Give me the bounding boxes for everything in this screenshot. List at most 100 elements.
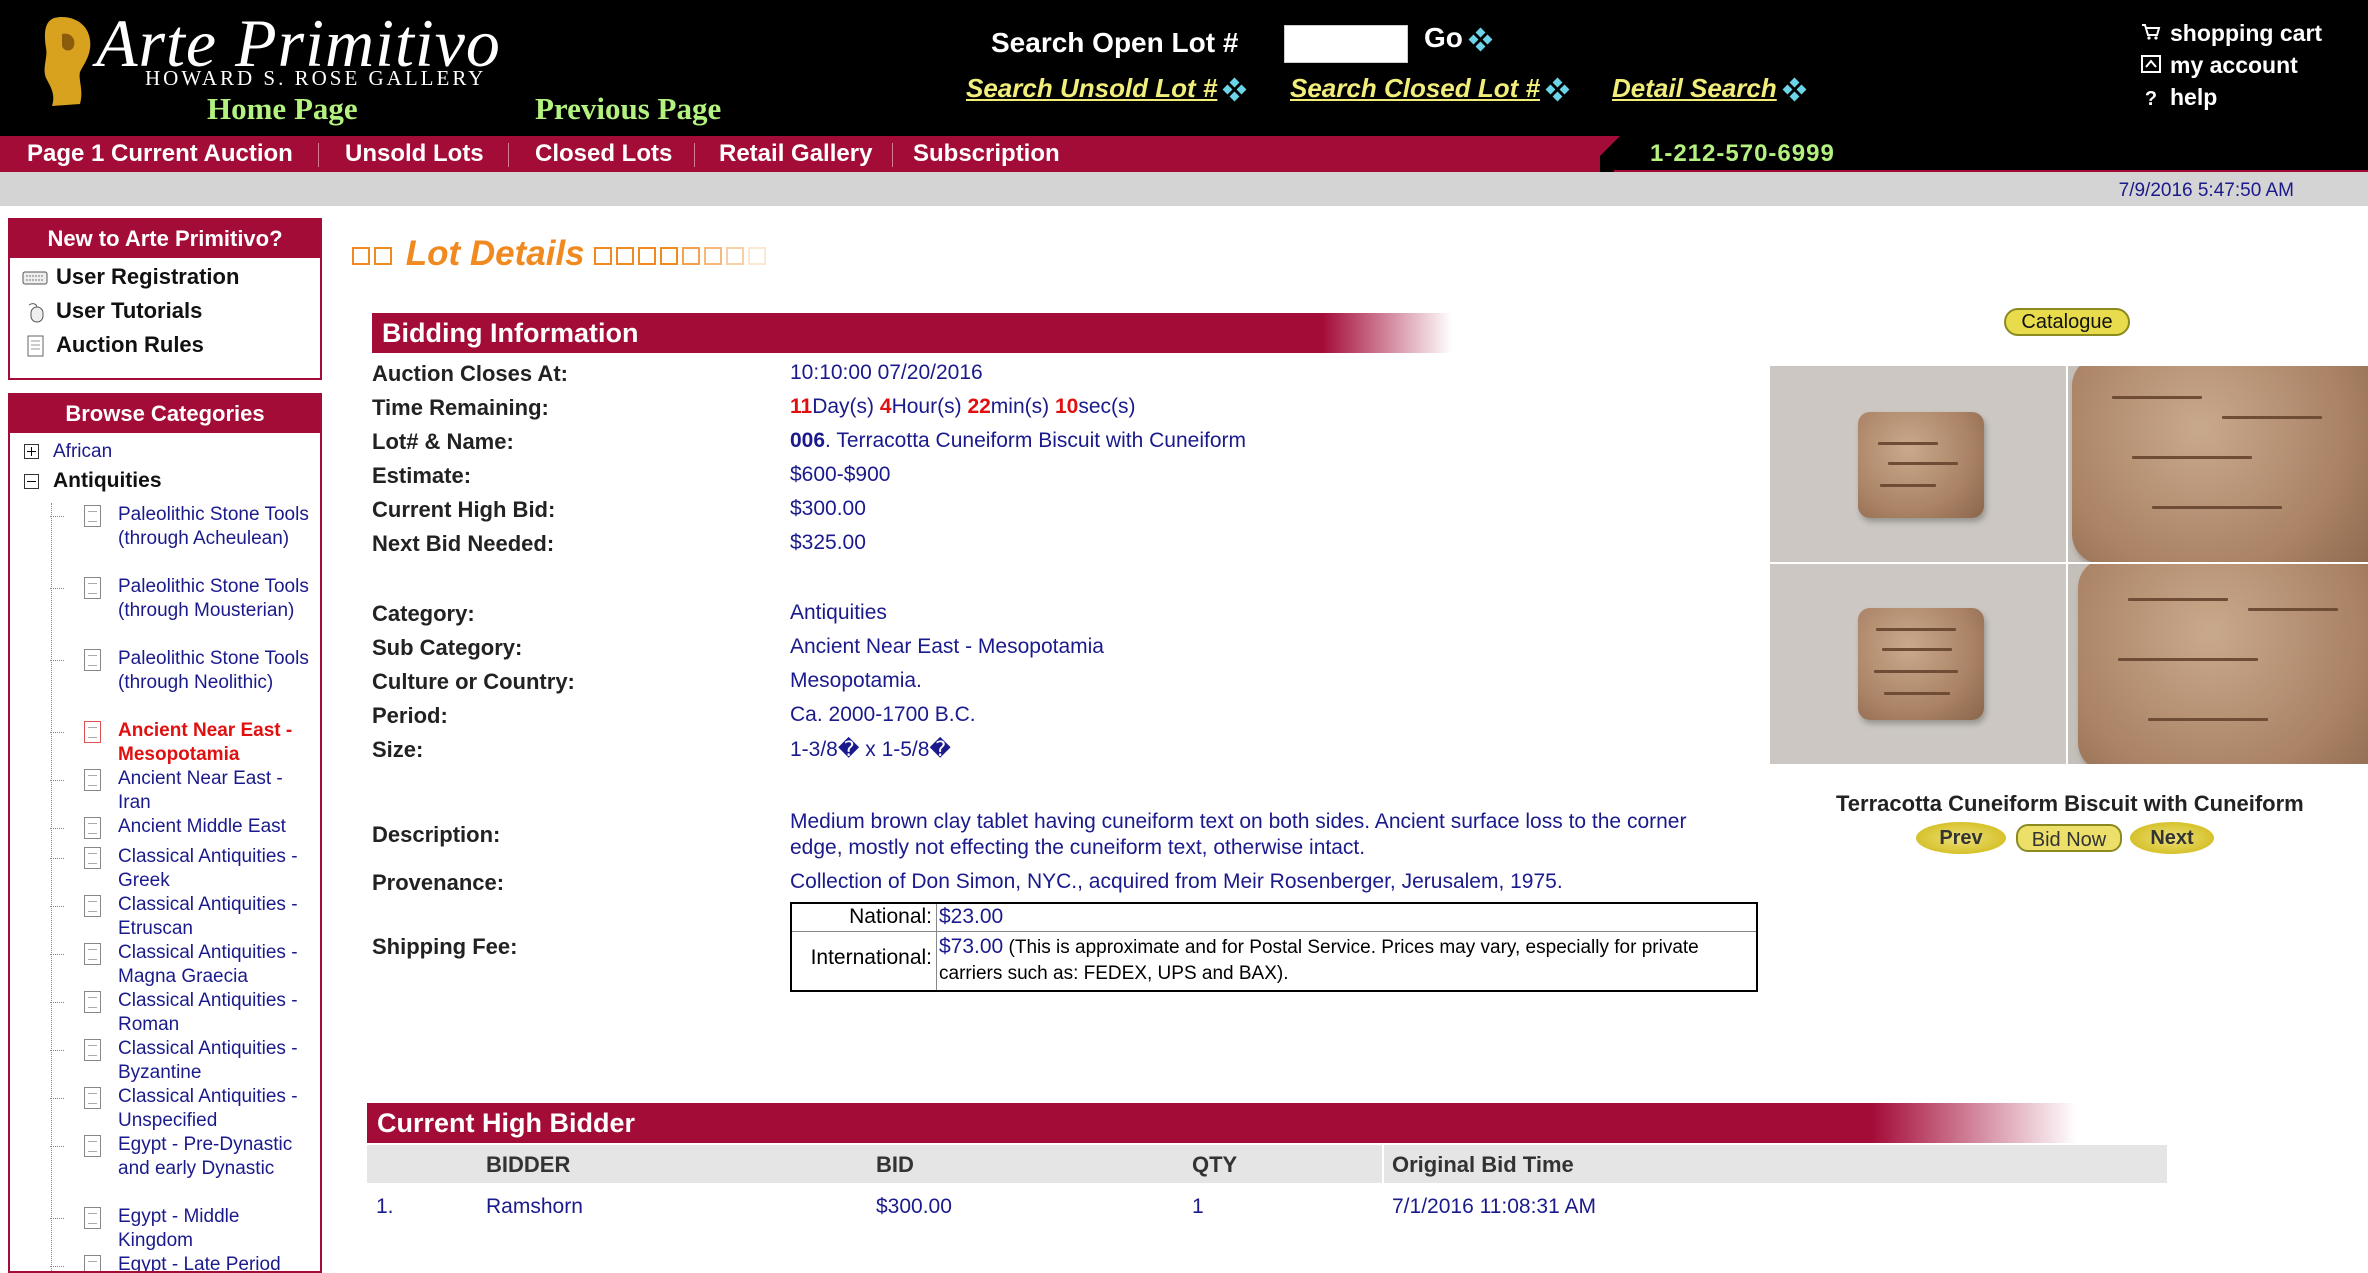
collapse-minus-icon[interactable] xyxy=(24,474,39,490)
status-strip xyxy=(0,172,2368,206)
tree-node-african[interactable]: African xyxy=(24,441,112,463)
sidebar-item-category[interactable]: Egypt - Pre-Dynastic and early Dynastic xyxy=(50,1133,320,1205)
diamond-arrow-icon xyxy=(1545,77,1570,102)
remaining-secs: 10 xyxy=(1054,395,1079,418)
current-datetime: 7/9/2016 5:47:50 AM xyxy=(2118,180,2294,201)
nav-divider xyxy=(508,143,509,167)
lot-thumbnail-front[interactable] xyxy=(1770,366,2066,562)
document-icon xyxy=(84,1039,101,1061)
decor-square-icon xyxy=(704,246,723,265)
column-header-bid-time: Original Bid Time xyxy=(1392,1152,1574,1177)
search-unsold-label: Search Unsold Lot # xyxy=(966,73,1218,103)
user-tutorials-link[interactable]: User Tutorials xyxy=(22,298,202,324)
nav-current-auction[interactable]: Page 1 Current Auction xyxy=(27,140,293,168)
lot-thumbnail-detail-1[interactable] xyxy=(2068,366,2368,562)
sidebar-item-category[interactable]: Classical Antiquities - Unspecified xyxy=(50,1085,320,1133)
search-open-lot-input[interactable] xyxy=(1284,25,1408,63)
go-button[interactable]: Go xyxy=(1424,22,1493,54)
logo-subtitle: HOWARD S. ROSE GALLERY xyxy=(145,66,487,90)
international-label: International: xyxy=(810,946,932,969)
phone-number: 1-212-570-6999 xyxy=(1650,140,1835,167)
user-registration-link[interactable]: User Registration xyxy=(22,264,239,290)
tree-branch-line xyxy=(50,858,64,859)
tree-node-antiquities[interactable]: Antiquities xyxy=(24,469,162,493)
sidebar-item-category[interactable]: Ancient Middle East xyxy=(50,815,320,839)
bid-amount: $300.00 xyxy=(876,1195,952,1218)
shopping-cart-label: shopping cart xyxy=(2170,20,2323,46)
sidebar-item-category[interactable]: Paleolithic Stone Tools (through Acheule… xyxy=(50,503,320,575)
sidebar-item-label: Classical Antiquities - Roman xyxy=(118,990,298,1035)
sidebar-item-category[interactable]: Paleolithic Stone Tools (through Mouster… xyxy=(50,575,320,647)
category-value: Antiquities xyxy=(790,601,887,624)
label-culture: Culture or Country: xyxy=(372,669,575,694)
sidebar-item-category[interactable]: Ancient Near East - Mesopotamia xyxy=(50,719,320,767)
bid-now-button[interactable]: Bid Now xyxy=(2016,824,2122,852)
next-lot-button[interactable]: Next xyxy=(2130,822,2214,854)
tree-branch-line xyxy=(50,732,64,733)
expand-plus-icon[interactable] xyxy=(24,444,39,460)
nav-subscription[interactable]: Subscription xyxy=(913,140,1060,168)
nav-retail-gallery[interactable]: Retail Gallery xyxy=(719,140,872,168)
tablet-image xyxy=(1858,608,1984,720)
browse-categories-title: Browse Categories xyxy=(10,395,320,433)
bidder-name[interactable]: Ramshorn xyxy=(486,1195,583,1219)
sidebar-item-category[interactable]: Egypt - Late Period xyxy=(50,1253,320,1273)
label-next-bid: Next Bid Needed: xyxy=(372,531,555,556)
label-description: Description: xyxy=(372,822,501,847)
tree-branch-line xyxy=(50,1002,64,1003)
nav-unsold-lots[interactable]: Unsold Lots xyxy=(345,140,484,168)
international-note-1: (This is approximate and for Postal Serv… xyxy=(1003,937,1699,958)
remaining-mins: 22 xyxy=(967,395,991,418)
previous-page-link[interactable]: Previous Page xyxy=(535,91,721,127)
decor-square-icon xyxy=(638,246,657,265)
my-account-label: my account xyxy=(2170,52,2298,78)
auction-closes-value: 10:10:00 07/20/2016 xyxy=(790,361,983,384)
sidebar-item-category[interactable]: Classical Antiquities - Etruscan xyxy=(50,893,320,941)
lot-thumbnail-detail-2[interactable] xyxy=(2068,564,2368,764)
prev-lot-button[interactable]: Prev xyxy=(1916,822,2006,854)
sidebar-item-category[interactable]: Ancient Near East - Iran xyxy=(50,767,320,815)
next-bid-value: $325.00 xyxy=(790,531,866,554)
label-estimate: Estimate: xyxy=(372,463,472,488)
sidebar-item-category[interactable]: Classical Antiquities - Roman xyxy=(50,989,320,1037)
document-icon xyxy=(84,505,101,527)
my-account-link[interactable]: my account xyxy=(2140,52,2298,79)
label-time-remaining: Time Remaining: xyxy=(372,395,549,420)
tree-branch-line xyxy=(50,660,64,661)
tree-node-label: Antiquities xyxy=(53,469,162,492)
sidebar-item-category[interactable]: Egypt - Middle Kingdom xyxy=(50,1205,320,1253)
sidebar-item-label: Paleolithic Stone Tools (through Acheule… xyxy=(118,504,309,549)
decor-square-icon xyxy=(682,246,701,265)
sidebar-item-category[interactable]: Classical Antiquities - Magna Graecia xyxy=(50,941,320,989)
bidders-table-header xyxy=(367,1145,2167,1183)
auction-rules-link[interactable]: Auction Rules xyxy=(22,332,204,358)
search-closed-lot-link[interactable]: Search Closed Lot # xyxy=(1290,73,1570,104)
bid-quantity: 1 xyxy=(1192,1195,1204,1218)
national-label: National: xyxy=(849,905,932,928)
search-unsold-lot-link[interactable]: Search Unsold Lot # xyxy=(966,73,1247,104)
catalogue-button[interactable]: Catalogue xyxy=(2004,308,2130,336)
sidebar-item-category[interactable]: Classical Antiquities - Greek xyxy=(50,845,320,893)
international-fee: $73.00 (This is approximate and for Post… xyxy=(939,934,1751,987)
tree-branch-line xyxy=(50,1218,64,1219)
lot-thumbnail-back[interactable] xyxy=(1770,564,2066,764)
detail-search-link[interactable]: Detail Search xyxy=(1612,73,1807,104)
sidebar-item-category[interactable]: Classical Antiquities - Byzantine xyxy=(50,1037,320,1085)
sidebar-item-label: Egypt - Late Period xyxy=(118,1254,281,1273)
sidebar-item-category[interactable]: Paleolithic Stone Tools (through Neolith… xyxy=(50,647,320,719)
logo-mark-icon xyxy=(44,16,91,107)
sidebar-item-label: Ancient Middle East xyxy=(118,816,286,837)
sidebar-item-label: Paleolithic Stone Tools (through Neolith… xyxy=(118,648,309,693)
shopping-cart-link[interactable]: shopping cart xyxy=(2140,20,2322,47)
nav-closed-lots[interactable]: Closed Lots xyxy=(535,140,672,168)
help-link[interactable]: ? help xyxy=(2140,84,2217,111)
document-icon xyxy=(84,817,101,839)
tree-branch-line xyxy=(50,1146,64,1147)
sidebar-item-label: Ancient Near East - Mesopotamia xyxy=(118,720,293,765)
tree-branch-line xyxy=(50,1050,64,1051)
home-page-link[interactable]: Home Page xyxy=(207,91,358,127)
question-mark-icon: ? xyxy=(2144,88,2158,110)
document-icon xyxy=(84,943,101,965)
remaining-secs-unit: sec(s) xyxy=(1078,395,1136,418)
lot-name: . Terracotta Cuneiform Biscuit with Cune… xyxy=(825,429,1246,452)
